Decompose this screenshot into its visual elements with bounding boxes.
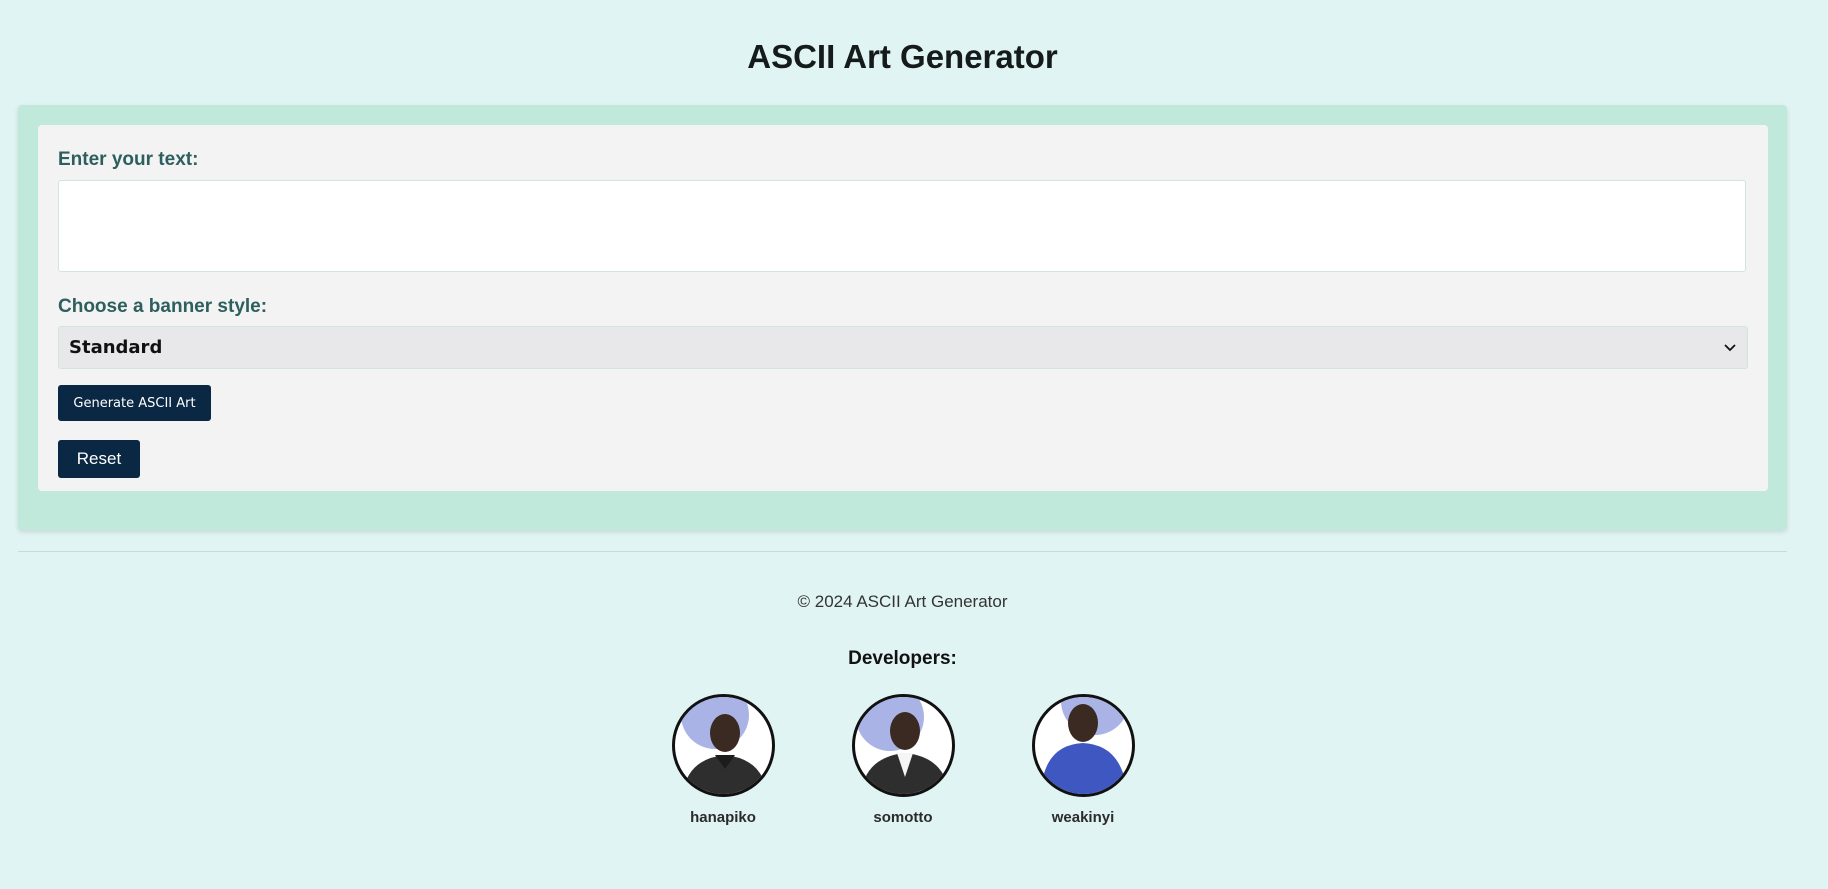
banner-style-selected: Standard [69, 337, 163, 358]
footer-divider [18, 551, 1787, 552]
generate-ascii-art-button[interactable]: Generate ASCII Art [58, 385, 211, 421]
developer-card: somotto [843, 694, 963, 826]
developers-heading: Developers: [848, 648, 957, 669]
reset-button[interactable]: Reset [58, 440, 140, 478]
developer-name: somotto [873, 809, 933, 826]
page-title: ASCII Art Generator [747, 38, 1058, 75]
person-photo-icon [680, 697, 767, 794]
text-input-label: Enter your text: [58, 149, 199, 170]
text-input[interactable] [58, 180, 1746, 272]
banner-style-select[interactable]: Standard [58, 326, 1748, 369]
person-photo-icon [1040, 697, 1129, 794]
generator-panel: Enter your text: Choose a banner style: … [18, 105, 1787, 530]
developer-name: hanapiko [690, 809, 756, 826]
banner-style-label: Choose a banner style: [58, 296, 268, 317]
person-photo-icon [855, 697, 949, 794]
developer-card: weakinyi [1023, 694, 1143, 826]
generator-form: Enter your text: Choose a banner style: … [38, 125, 1768, 491]
developer-avatar[interactable] [851, 694, 955, 797]
developer-avatar[interactable] [671, 694, 775, 797]
developer-avatar[interactable] [1031, 694, 1135, 797]
developer-name: weakinyi [1051, 809, 1115, 826]
copyright-text: © 2024 ASCII Art Generator [797, 592, 1008, 611]
developer-card: hanapiko [663, 694, 783, 826]
chevron-down-icon [1723, 341, 1737, 355]
